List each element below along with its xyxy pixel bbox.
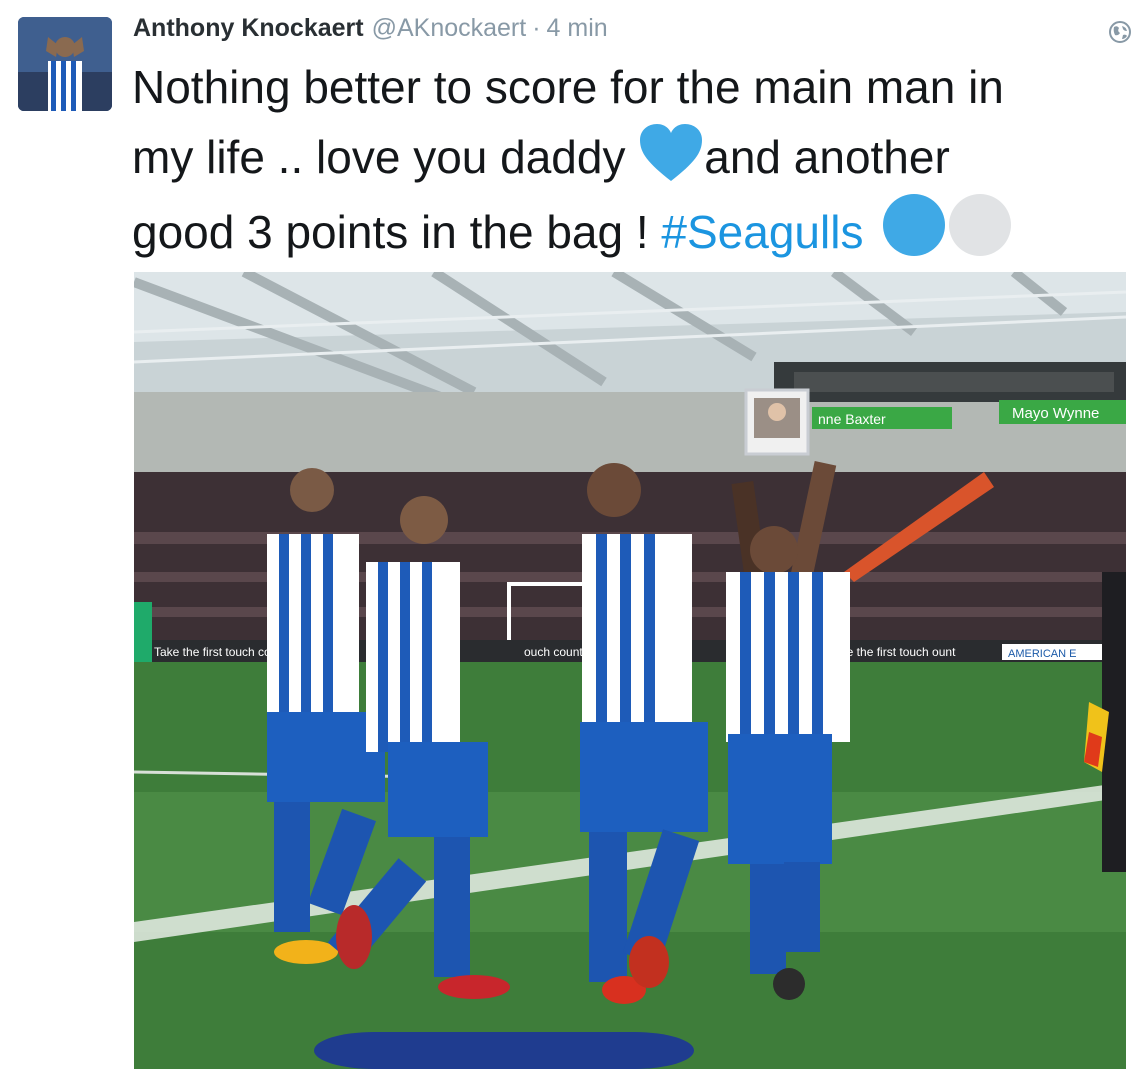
pitch-board-text-far-right: AMERICAN E (1008, 648, 1076, 660)
tweet-text: Nothing better to score for the main man… (132, 52, 1132, 267)
white-circle-icon (949, 194, 1012, 256)
tweet-card: Anthony Knockaert @AKnockaert · 4 min No… (0, 0, 1146, 1069)
pitch-board-text-right: ake the first touch ount (834, 645, 956, 659)
tweet-photo[interactable]: nne Baxter Mayo Wynne Take the first tou… (134, 272, 1126, 1069)
blue-heart-emoji (640, 124, 703, 181)
tweet-header: Anthony Knockaert @AKnockaert · 4 min (133, 14, 608, 48)
tweet-text-line-2: my life .. love you daddy and another (132, 122, 1132, 192)
hashtag-link[interactable]: #Seagulls (661, 206, 863, 258)
tweet-text-segment: my life .. love you daddy (132, 131, 639, 183)
tweet-text-segment: good 3 points in the bag ! (132, 206, 662, 258)
avatar-photo (18, 17, 112, 111)
user-handle[interactable]: @AKnockaert (372, 14, 527, 43)
separator-dot: · (532, 14, 541, 42)
timestamp[interactable]: 4 min (547, 14, 608, 43)
banner-text-left: nne Baxter (818, 411, 886, 427)
pitch-board-text-mid: ouch count (524, 645, 583, 659)
circle-emojis (883, 194, 1012, 256)
display-name[interactable]: Anthony Knockaert (133, 14, 364, 43)
globe-icon (1109, 21, 1131, 43)
tweet-text-line-1: Nothing better to score for the main man… (132, 61, 1004, 113)
blue-circle-icon (883, 194, 946, 256)
tweet-text-segment: and another (704, 131, 950, 183)
banner-text-right: Mayo Wynne (1012, 405, 1099, 422)
avatar[interactable] (18, 17, 112, 111)
celebration-photo: nne Baxter Mayo Wynne Take the first tou… (134, 272, 1126, 1069)
tweet-text-line-3: good 3 points in the bag ! #Seagulls (132, 192, 1132, 267)
